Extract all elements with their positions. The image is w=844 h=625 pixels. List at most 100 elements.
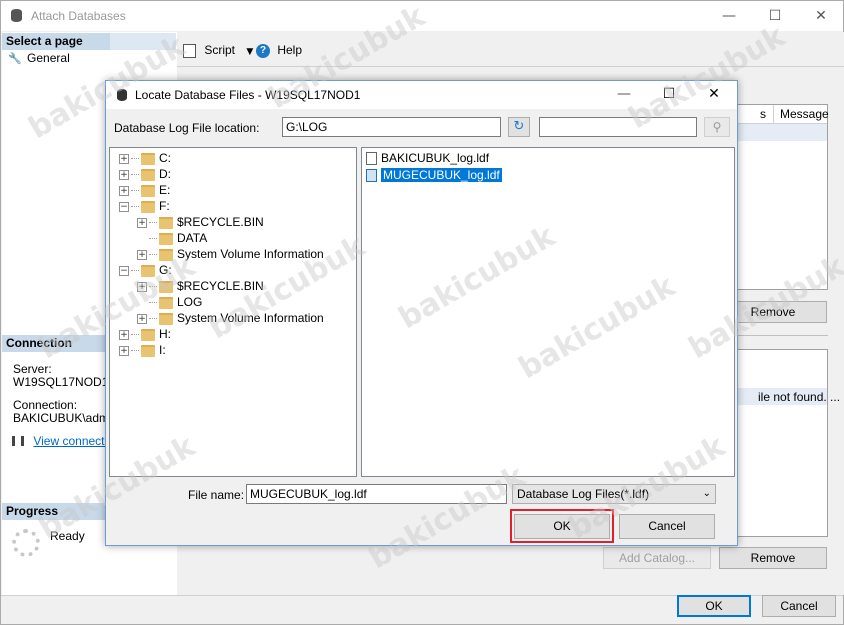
- database-icon: [117, 89, 127, 101]
- tree-node[interactable]: LOG: [137, 294, 202, 310]
- expand-icon[interactable]: +: [119, 329, 129, 340]
- maximize-button[interactable]: ☐: [753, 1, 797, 31]
- view-connection-properties[interactable]: View connection: [12, 433, 105, 448]
- add-catalog-button[interactable]: Add Catalog...: [603, 547, 711, 569]
- search-icon: ⚲: [712, 120, 722, 134]
- progress-header: Progress: [2, 503, 110, 520]
- page-general[interactable]: 🔧 General: [8, 51, 70, 65]
- chevron-down-icon: ▼: [246, 47, 254, 57]
- tree-node-label: G:: [159, 263, 172, 277]
- folder-icon: [141, 168, 155, 181]
- filetype-select[interactable]: Database Log Files(*.ldf) ⌄: [512, 484, 716, 504]
- filename-label: File name:: [188, 488, 245, 502]
- tree-connector: [149, 222, 157, 224]
- tree-node[interactable]: + System Volume Information: [137, 246, 324, 262]
- tree-node[interactable]: + $RECYCLE.BIN: [137, 278, 264, 294]
- expand-icon[interactable]: +: [119, 153, 129, 164]
- folder-icon: [141, 328, 155, 341]
- tree-node[interactable]: + $RECYCLE.BIN: [137, 214, 264, 230]
- general-label: General: [27, 51, 70, 65]
- tree-connector: [149, 318, 157, 320]
- folder-icon: [159, 296, 173, 309]
- folder-icon: [141, 264, 155, 277]
- tree-node[interactable]: + C:: [119, 150, 171, 166]
- expand-icon[interactable]: +: [119, 169, 129, 180]
- close-button[interactable]: ✕: [799, 1, 843, 31]
- wrench-icon: 🔧: [8, 52, 22, 65]
- expand-icon[interactable]: +: [119, 185, 129, 196]
- tree-node-label: E:: [159, 183, 171, 197]
- file-name: BAKICUBUK_log.ldf: [381, 151, 490, 165]
- title-bar: Attach Databases — ☐ ✕: [1, 1, 843, 31]
- toolbar-divider: [177, 66, 844, 67]
- folder-icon: [141, 200, 155, 213]
- collapse-icon[interactable]: −: [119, 265, 129, 276]
- dialog-cancel-button[interactable]: Cancel: [619, 514, 715, 539]
- script-button[interactable]: Script ▼: [183, 40, 253, 60]
- tree-connector: [149, 238, 157, 240]
- tree-node-label: C:: [159, 151, 171, 165]
- search-input[interactable]: [539, 117, 697, 137]
- locate-database-files-dialog: Locate Database Files - W19SQL17NOD1 — ☐…: [105, 80, 738, 546]
- expand-icon[interactable]: +: [137, 217, 147, 228]
- window-title: Attach Databases: [31, 9, 126, 23]
- connection-icon: [12, 435, 24, 446]
- refresh-button[interactable]: ↻: [508, 117, 530, 137]
- folder-tree[interactable]: + C: + D: + E: − F: + $RECYCLE.BIN DATA + System Vol…: [109, 147, 357, 477]
- server-label: Server:: [13, 362, 52, 376]
- tree-connector: [131, 350, 139, 352]
- view-connection-link[interactable]: View connection: [33, 434, 105, 448]
- help-button[interactable]: ? Help: [256, 40, 302, 60]
- script-icon: [183, 43, 196, 58]
- file-list[interactable]: BAKICUBUK_log.ldf MUGECUBUK_log.ldf: [361, 147, 735, 477]
- tree-connector: [131, 206, 139, 208]
- tree-node[interactable]: + I:: [119, 342, 166, 358]
- folder-icon: [159, 216, 173, 229]
- folder-icon: [141, 184, 155, 197]
- expand-icon[interactable]: +: [137, 249, 147, 260]
- refresh-icon: ↻: [513, 119, 525, 134]
- search-button[interactable]: ⚲: [704, 117, 730, 137]
- grid-col-partial: s: [760, 107, 766, 121]
- tree-node-label: I:: [159, 343, 166, 357]
- tree-node[interactable]: + E:: [119, 182, 170, 198]
- file-item[interactable]: BAKICUBUK_log.ldf: [366, 150, 489, 166]
- minimize-button[interactable]: —: [707, 1, 751, 31]
- tree-node-label: H:: [159, 327, 171, 341]
- remove-file-button[interactable]: Remove: [719, 547, 827, 569]
- dialog-minimize-button[interactable]: —: [602, 80, 646, 108]
- connection-value: BAKICUBUK\admin: [13, 411, 107, 425]
- tree-node[interactable]: − G:: [119, 262, 172, 278]
- expand-icon[interactable]: +: [137, 313, 147, 324]
- folder-icon: [141, 344, 155, 357]
- dialog-close-button[interactable]: ✕: [692, 80, 736, 108]
- dialog-maximize-button[interactable]: ☐: [647, 80, 691, 108]
- ok-button[interactable]: OK: [677, 595, 751, 617]
- filename-input[interactable]: MUGECUBUK_log.ldf: [246, 484, 507, 504]
- location-input[interactable]: G:\LOG: [282, 117, 501, 137]
- tree-node[interactable]: + D:: [119, 166, 171, 182]
- progress-spinner-icon: [12, 529, 40, 557]
- tree-node[interactable]: + H:: [119, 326, 171, 342]
- tree-node-label: $RECYCLE.BIN: [177, 215, 264, 229]
- progress-status: Ready: [50, 529, 85, 543]
- tree-connector: [149, 286, 157, 288]
- dialog-ok-button[interactable]: OK: [514, 514, 610, 539]
- collapse-icon[interactable]: −: [119, 201, 129, 212]
- grid-col-separator: [773, 105, 774, 123]
- tree-node-label: F:: [159, 199, 170, 213]
- tree-node-label: LOG: [177, 295, 203, 309]
- expand-icon[interactable]: +: [137, 281, 147, 292]
- expand-icon[interactable]: +: [119, 345, 129, 356]
- help-label: Help: [277, 43, 303, 57]
- tree-node[interactable]: DATA: [137, 230, 207, 246]
- cancel-button[interactable]: Cancel: [762, 595, 836, 617]
- file-item[interactable]: MUGECUBUK_log.ldf: [366, 167, 503, 183]
- tree-node-label: System Volume Information: [177, 311, 324, 325]
- tree-node[interactable]: + System Volume Information: [137, 310, 324, 326]
- folder-icon: [141, 152, 155, 165]
- grid-col-message: Message: [780, 107, 829, 121]
- file-icon: [366, 152, 377, 166]
- connection-label: Connection:: [13, 398, 78, 412]
- tree-node[interactable]: − F:: [119, 198, 170, 214]
